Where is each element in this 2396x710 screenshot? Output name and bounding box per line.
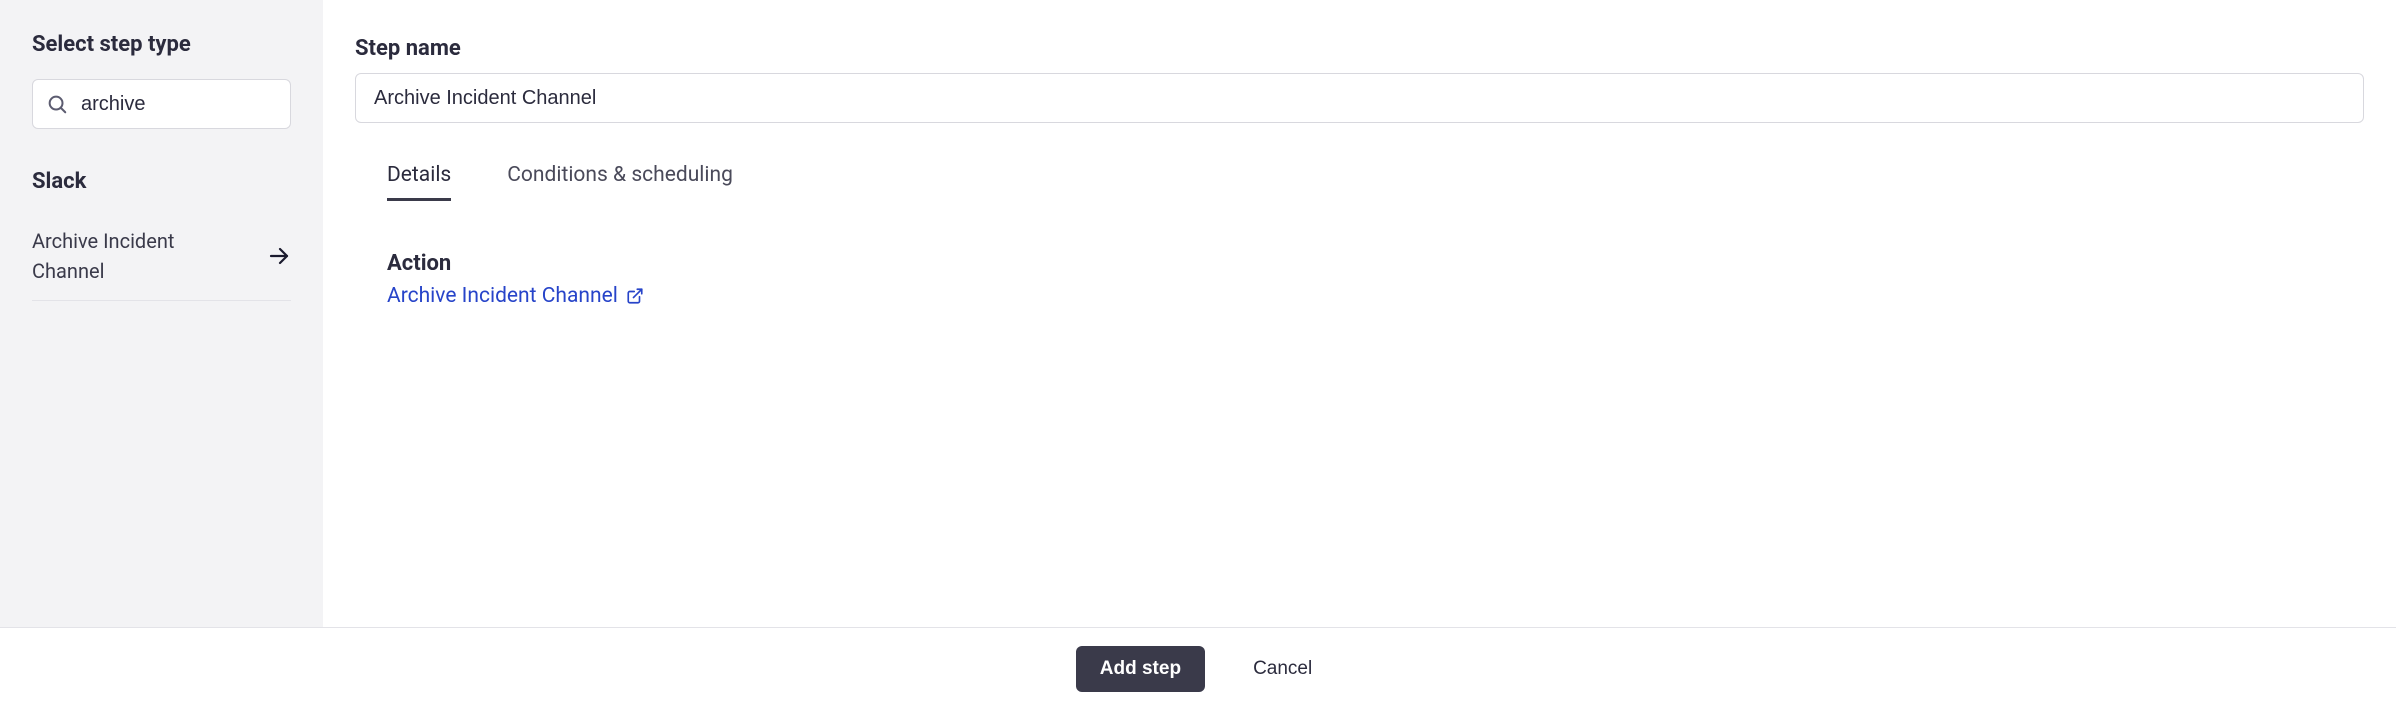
cancel-button[interactable]: Cancel (1245, 646, 1320, 692)
action-link[interactable]: Archive Incident Channel (387, 284, 644, 308)
search-wrapper (32, 79, 291, 129)
category-label-slack: Slack (32, 169, 291, 194)
tabs: Details Conditions & scheduling (355, 163, 2364, 201)
action-section: Action Archive Incident Channel (355, 251, 2364, 308)
add-step-button[interactable]: Add step (1076, 646, 1205, 692)
content: Step name Details Conditions & schedulin… (323, 0, 2396, 627)
step-name-label: Step name (355, 36, 2364, 61)
search-input[interactable] (32, 79, 291, 129)
sidebar-title: Select step type (32, 32, 291, 57)
footer: Add step Cancel (0, 627, 2396, 710)
arrow-right-icon (267, 244, 291, 268)
action-link-text: Archive Incident Channel (387, 284, 618, 308)
external-link-icon (626, 287, 644, 305)
step-name-input[interactable] (355, 73, 2364, 123)
sidebar: Select step type Slack Archive Incident … (0, 0, 323, 627)
tab-details[interactable]: Details (387, 163, 451, 201)
sidebar-item-label: Archive Incident Channel (32, 226, 232, 286)
tab-conditions-scheduling[interactable]: Conditions & scheduling (507, 163, 733, 201)
action-label: Action (387, 251, 2364, 276)
sidebar-item-archive-incident-channel[interactable]: Archive Incident Channel (32, 212, 291, 301)
